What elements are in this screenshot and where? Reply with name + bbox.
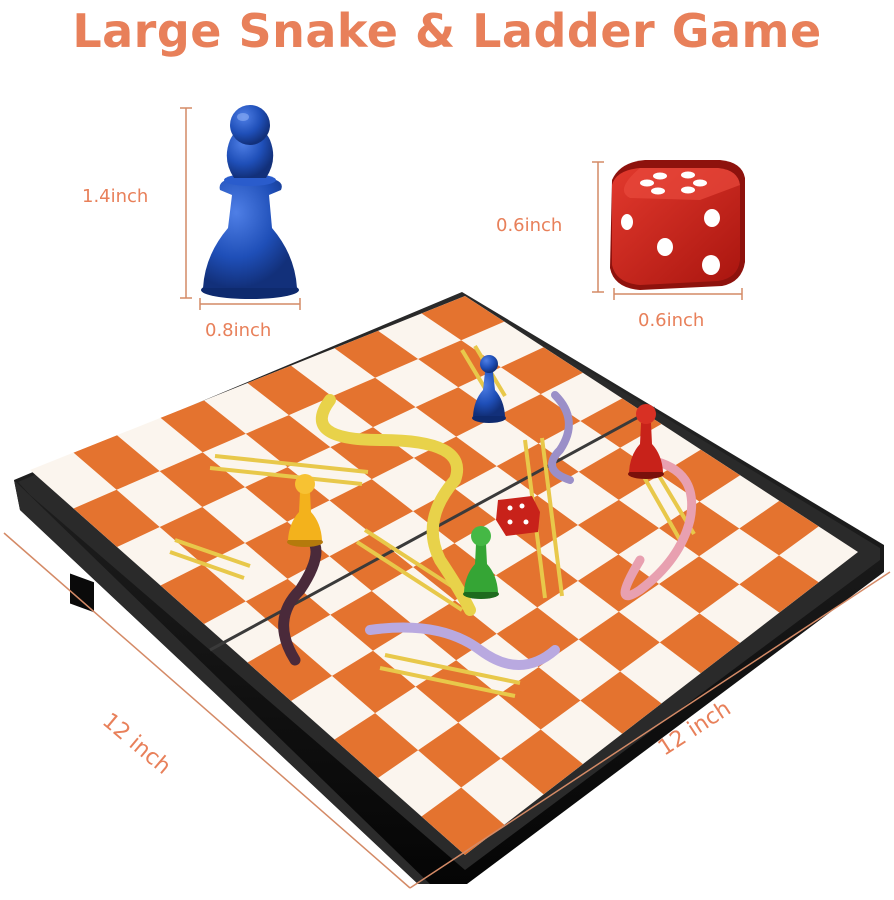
pawn-width-label: 0.8inch	[205, 320, 272, 341]
red-dice-on-board	[496, 496, 540, 536]
red-dice-large	[610, 160, 745, 290]
product-scene	[3, 105, 891, 889]
game-board	[14, 292, 884, 884]
pawn-height-label: 1.4inch	[82, 186, 149, 207]
blue-pawn-large	[201, 105, 299, 299]
dice-height-label: 0.6inch	[496, 215, 563, 236]
dice-width-label: 0.6inch	[638, 310, 705, 331]
